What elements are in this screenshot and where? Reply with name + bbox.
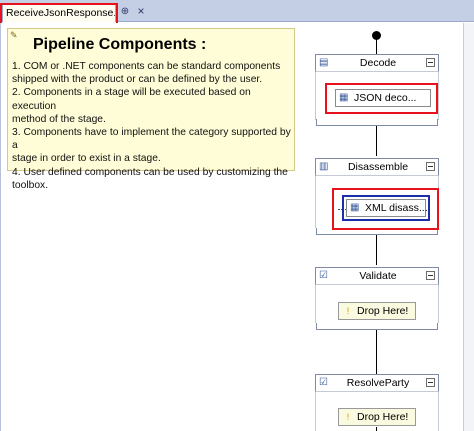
pipeline-comment-box[interactable]: ✎ Pipeline Components : 1. COM or .NET c… xyxy=(7,28,295,191)
stage-bottom-bracket xyxy=(316,228,438,235)
stage-disassemble[interactable]: ▥ Disassemble xyxy=(315,158,439,176)
stage-bottom-bracket xyxy=(316,119,438,126)
close-icon[interactable]: × xyxy=(135,5,147,17)
xml-disassembler-component[interactable]: ▦ XML disass... xyxy=(346,199,428,217)
document-tab-title: ReceiveJsonResponse.btp xyxy=(6,7,116,19)
document-tab[interactable]: ReceiveJsonResponse.btp xyxy=(2,4,116,22)
flow-connector xyxy=(376,39,377,54)
stage-border xyxy=(315,176,316,228)
flow-connector xyxy=(376,126,377,156)
comment-line: 2. Components in a stage will be execute… xyxy=(12,87,251,112)
stage-resolveparty[interactable]: ☑ ResolveParty xyxy=(315,374,439,392)
warning-icon: ! xyxy=(346,306,350,316)
vertical-scrollbar[interactable] xyxy=(463,23,474,431)
collapse-icon[interactable] xyxy=(426,271,435,280)
flow-connector xyxy=(376,235,377,265)
stage-border xyxy=(315,392,316,431)
pin-icon[interactable]: ⊕ xyxy=(120,6,130,18)
component-label: JSON deco... xyxy=(354,92,417,104)
comment-line: shipped with the product or can be defin… xyxy=(12,74,263,86)
comment-line: method of the stage. xyxy=(12,113,106,125)
stage-label: Decode xyxy=(359,57,397,69)
comment-line: 4. User defined components can be used b… xyxy=(12,166,288,178)
drop-here-target[interactable]: ! Drop Here! xyxy=(338,408,416,426)
collapse-icon[interactable] xyxy=(426,58,435,67)
stage-border xyxy=(438,392,439,431)
comment-body: 1. COM or .NET components can be standar… xyxy=(12,60,292,192)
stage-border xyxy=(438,176,439,228)
flow-connector xyxy=(376,330,377,374)
json-decoder-component[interactable]: ▦ JSON deco... xyxy=(335,89,431,107)
comment-icon: ✎ xyxy=(10,30,18,40)
stage-label: Validate xyxy=(359,270,397,282)
flow-connector xyxy=(376,427,377,431)
warning-icon: ! xyxy=(346,412,350,422)
stage-decode[interactable]: ▤ Decode xyxy=(315,54,439,72)
collapse-icon[interactable] xyxy=(426,378,435,387)
drop-label: Drop Here! xyxy=(357,411,409,423)
comment-line: stage in order to exist in a stage. xyxy=(12,153,161,165)
comment-line: toolbox. xyxy=(12,179,49,191)
component-icon: ▦ xyxy=(350,202,360,213)
stage-border xyxy=(438,285,439,323)
component-label: XML disass... xyxy=(365,202,428,214)
comment-title: Pipeline Components : xyxy=(33,36,207,53)
stage-border xyxy=(315,285,316,323)
dotted-connector xyxy=(338,209,346,210)
stage-label: Disassemble xyxy=(347,161,409,173)
collapse-icon[interactable] xyxy=(426,162,435,171)
stage-label: ResolveParty xyxy=(346,377,410,389)
drop-label: Drop Here! xyxy=(357,305,409,317)
comment-line: 1. COM or .NET components can be standar… xyxy=(12,61,281,72)
comment-line: 3. Components have to implement the cate… xyxy=(12,127,291,152)
stage-border xyxy=(438,72,439,120)
drop-here-target[interactable]: ! Drop Here! xyxy=(338,302,416,320)
stage-border xyxy=(315,72,316,120)
component-icon: ▦ xyxy=(339,92,349,103)
stage-bottom-bracket xyxy=(316,323,438,330)
stage-validate[interactable]: ☑ Validate xyxy=(315,267,439,285)
